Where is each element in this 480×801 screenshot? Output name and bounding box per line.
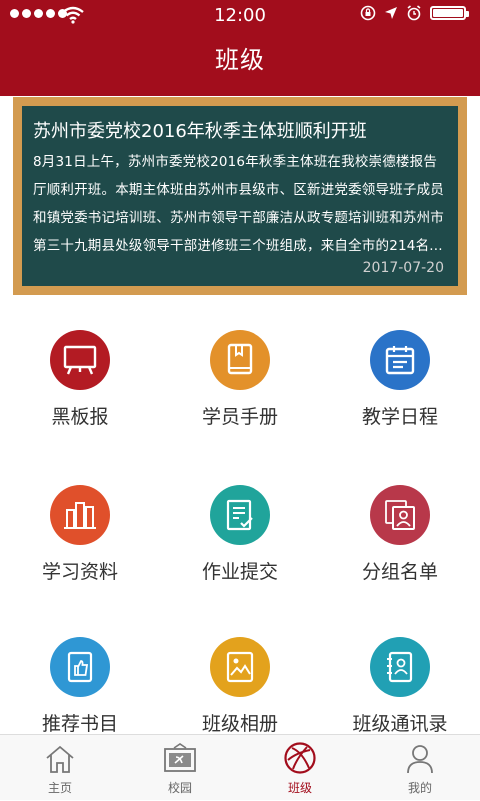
bottom-tab-bar: 主页 校园 班级 我的 <box>0 734 480 800</box>
home-icon <box>46 745 74 773</box>
feature-label: 黑板报 <box>51 406 109 428</box>
news-date: 2017-07-20 <box>362 260 444 276</box>
battery-level <box>433 9 463 17</box>
rotation-lock-icon <box>360 5 376 21</box>
tab-label: 我的 <box>407 781 432 795</box>
news-title: 苏州市委党校2016年秋季主体班顺利开班 <box>33 121 367 142</box>
tab-home[interactable]: 主页 <box>0 735 120 801</box>
feature-blackboard-news[interactable]: 黑板报 <box>0 330 160 429</box>
blackboard-icon <box>50 330 110 390</box>
contacts-book-icon <box>370 637 430 697</box>
app-header: 12:00 班级 <box>0 0 480 96</box>
location-icon <box>385 7 397 19</box>
feature-teaching-schedule[interactable]: 教学日程 <box>320 330 480 429</box>
feature-label: 推荐书目 <box>41 713 118 734</box>
feature-label: 教学日程 <box>361 406 438 428</box>
status-bar: 12:00 <box>0 0 480 32</box>
tab-label: 校园 <box>167 781 192 795</box>
campus-icon <box>164 743 196 772</box>
feature-homework-submission[interactable]: 作业提交 <box>160 485 320 584</box>
tab-label: 班级 <box>287 781 312 795</box>
alarm-icon <box>407 5 421 21</box>
user-icon <box>407 745 433 774</box>
calendar-icon <box>370 330 430 390</box>
news-summary: 8月31日上午，苏州市委党校2016年秋季主体班在我校崇德楼报告厅顺利开班。本期… <box>33 154 444 254</box>
tab-campus[interactable]: 校园 <box>120 735 240 801</box>
class-icon <box>284 742 316 774</box>
handbook-icon <box>210 330 270 390</box>
submit-document-icon <box>210 485 270 545</box>
feature-study-materials[interactable]: 学习资料 <box>0 485 160 584</box>
feature-grid: 黑板报 学员手册 教学日程 学习资料 作业提交 分组名单 推荐书目 班级相册 班… <box>0 317 480 734</box>
feature-label: 作业提交 <box>201 561 278 583</box>
photo-album-icon <box>210 637 270 697</box>
thumbs-up-book-icon <box>50 637 110 697</box>
page-title: 班级 <box>215 46 265 74</box>
feature-label: 学员手册 <box>201 406 278 428</box>
blackboard: 苏州市委党校2016年秋季主体班顺利开班 8月31日上午，苏州市委党校2016年… <box>22 106 458 286</box>
books-icon <box>50 485 110 545</box>
feature-group-roster[interactable]: 分组名单 <box>320 485 480 584</box>
feature-label: 学习资料 <box>41 561 118 583</box>
group-list-icon <box>370 485 430 545</box>
feature-class-album[interactable]: 班级相册 <box>160 637 320 734</box>
battery-icon <box>430 6 469 20</box>
feature-student-handbook[interactable]: 学员手册 <box>160 330 320 429</box>
feature-label: 班级相册 <box>201 713 278 734</box>
feature-recommended-books[interactable]: 推荐书目 <box>0 637 160 734</box>
tab-label: 主页 <box>47 781 72 795</box>
tab-profile[interactable]: 我的 <box>360 735 480 801</box>
feature-label: 分组名单 <box>361 561 438 583</box>
tab-class[interactable]: 班级 <box>240 735 360 801</box>
feature-class-directory[interactable]: 班级通讯录 <box>320 637 480 734</box>
feature-label: 班级通讯录 <box>352 713 448 734</box>
news-blackboard-card[interactable]: 苏州市委党校2016年秋季主体班顺利开班 8月31日上午，苏州市委党校2016年… <box>13 97 467 295</box>
